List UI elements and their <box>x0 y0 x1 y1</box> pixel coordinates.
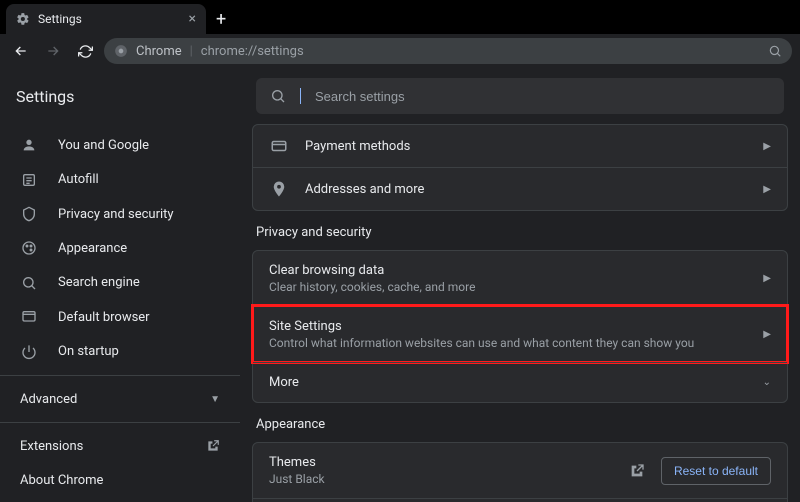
location-icon <box>269 180 289 198</box>
sidebar-item-label: Advanced <box>20 392 77 407</box>
address-bar[interactable]: Chrome | chrome://settings <box>104 38 792 64</box>
close-icon[interactable]: × <box>189 11 196 27</box>
privacy-card: Clear browsing data Clear history, cooki… <box>252 250 788 403</box>
reset-theme-button[interactable]: Reset to default <box>661 457 771 485</box>
sidebar-item-label: Search engine <box>58 275 140 290</box>
chevron-right-icon: ▶ <box>763 329 771 340</box>
row-label: Site Settings <box>269 319 747 334</box>
forward-button[interactable] <box>40 38 66 64</box>
settings-search[interactable] <box>256 78 784 114</box>
sidebar-item-label: Privacy and security <box>58 207 174 222</box>
open-external-icon <box>206 439 220 453</box>
row-label: Addresses and more <box>305 182 747 197</box>
sidebar-item-you-and-google[interactable]: You and Google <box>0 128 240 162</box>
autofill-card: Payment methods ▶ Addresses and more ▶ <box>252 124 788 211</box>
row-label: Payment methods <box>305 139 747 154</box>
chevron-right-icon: ▶ <box>763 273 771 284</box>
card-icon <box>269 137 289 155</box>
row-more[interactable]: More ⌄ <box>253 362 787 402</box>
sidebar-item-default-browser[interactable]: Default browser <box>0 300 240 334</box>
search-input[interactable] <box>315 89 770 104</box>
sidebar-item-advanced[interactable]: Advanced ▼ <box>0 382 240 416</box>
shield-icon <box>20 205 38 223</box>
browser-icon <box>20 308 38 326</box>
tab-strip: Settings × + <box>0 0 800 34</box>
chevron-right-icon: ▶ <box>763 141 771 152</box>
sidebar-item-label: About Chrome <box>20 473 103 488</box>
chevron-down-icon: ⌄ <box>763 377 771 388</box>
chevron-down-icon: ▼ <box>210 394 220 405</box>
row-show-home-button[interactable]: Show home button Disabled <box>253 498 787 502</box>
row-label: Themes <box>269 455 613 470</box>
omnibox-chip: Chrome <box>136 44 182 59</box>
sidebar-item-autofill[interactable]: Autofill <box>0 162 240 196</box>
row-payment-methods[interactable]: Payment methods ▶ <box>253 125 787 167</box>
row-site-settings[interactable]: Site Settings Control what information w… <box>253 306 787 362</box>
sidebar-item-label: Appearance <box>58 241 127 256</box>
sidebar-item-extensions[interactable]: Extensions <box>0 429 240 463</box>
row-addresses[interactable]: Addresses and more ▶ <box>253 167 787 210</box>
person-icon <box>20 136 38 154</box>
search-icon[interactable] <box>768 44 782 58</box>
chevron-right-icon: ▶ <box>763 184 771 195</box>
sidebar-item-label: Default browser <box>58 310 150 325</box>
settings-app: Settings You and Google Autofill <box>0 68 800 502</box>
main-panel: Payment methods ▶ Addresses and more ▶ P… <box>240 124 800 502</box>
row-label: More <box>269 375 747 390</box>
sidebar-item-label: On startup <box>58 344 119 359</box>
sidebar-item-on-startup[interactable]: On startup <box>0 334 240 368</box>
row-sublabel: Just Black <box>269 472 613 486</box>
text-cursor <box>300 88 301 104</box>
sidebar-item-label: You and Google <box>58 138 149 153</box>
tab-title: Settings <box>38 12 82 26</box>
row-label: Clear browsing data <box>269 263 747 278</box>
app-header: Settings <box>0 68 800 124</box>
power-icon <box>20 343 38 361</box>
browser-toolbar: Chrome | chrome://settings <box>0 34 800 68</box>
browser-tab[interactable]: Settings × <box>6 4 206 34</box>
back-button[interactable] <box>8 38 34 64</box>
row-clear-browsing-data[interactable]: Clear browsing data Clear history, cooki… <box>253 251 787 306</box>
sidebar-item-label: Autofill <box>58 172 99 187</box>
sidebar-item-about[interactable]: About Chrome <box>0 464 240 498</box>
sidebar-item-privacy[interactable]: Privacy and security <box>0 197 240 231</box>
gear-icon <box>16 12 30 26</box>
row-sublabel: Control what information websites can us… <box>269 336 747 350</box>
autofill-icon <box>20 171 38 189</box>
search-icon <box>20 274 38 292</box>
reload-button[interactable] <box>72 38 98 64</box>
sidebar-item-appearance[interactable]: Appearance <box>0 231 240 265</box>
chrome-icon <box>114 44 128 58</box>
section-title-appearance: Appearance <box>256 417 784 432</box>
palette-icon <box>20 239 38 257</box>
search-icon <box>270 88 286 104</box>
appearance-card: Themes Just Black Reset to default Show … <box>252 442 788 502</box>
new-tab-button[interactable]: + <box>206 4 236 34</box>
sidebar: You and Google Autofill Privacy and secu… <box>0 124 240 502</box>
section-title-privacy: Privacy and security <box>256 225 784 240</box>
omnibox-url: chrome://settings <box>201 44 304 59</box>
open-external-icon[interactable] <box>629 463 645 479</box>
row-sublabel: Clear history, cookies, cache, and more <box>269 280 747 294</box>
page-title: Settings <box>16 87 240 106</box>
sidebar-item-label: Extensions <box>20 439 83 454</box>
sidebar-item-search-engine[interactable]: Search engine <box>0 266 240 300</box>
row-themes[interactable]: Themes Just Black Reset to default <box>253 443 787 498</box>
